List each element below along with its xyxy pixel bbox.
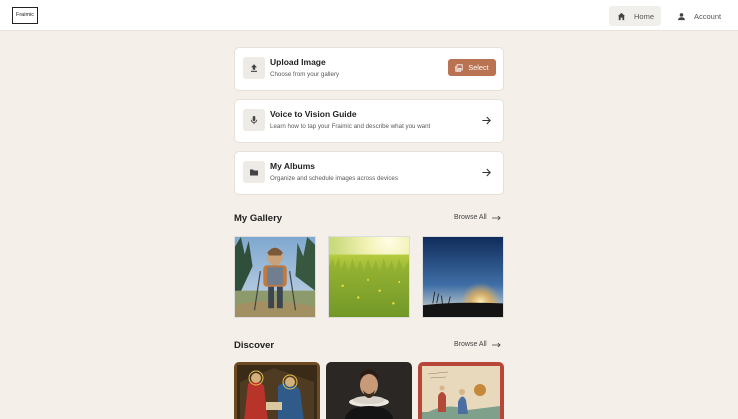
gallery-browse-all-link[interactable]: Browse All (454, 214, 504, 221)
arrow-right-icon (491, 215, 501, 220)
discover-image-portrait[interactable] (326, 362, 412, 419)
card-title: Voice to Vision Guide (270, 109, 357, 119)
card-subtitle: Learn how to tap your Fraimic and descri… (270, 123, 431, 130)
discover-section-title: Discover (234, 340, 275, 351)
nav-account-button[interactable]: Account (670, 6, 728, 26)
gallery-image-sunset[interactable] (422, 236, 504, 318)
discover-browse-all-link[interactable]: Browse All (454, 341, 504, 348)
nav-account-label: Account (694, 11, 722, 21)
gallery-image-hiker[interactable] (234, 236, 316, 318)
upload-image-card[interactable]: Upload Image Choose from your gallery Se… (234, 47, 504, 91)
voice-guide-card[interactable]: Voice to Vision Guide Learn how to tap y… (234, 99, 504, 143)
arrow-right-icon[interactable] (481, 165, 492, 177)
logo[interactable]: Fraimic (12, 7, 38, 24)
browse-all-label: Browse All (454, 341, 487, 348)
nav-home-label: Home (634, 11, 655, 21)
image-library-icon (455, 63, 463, 72)
microphone-icon (243, 109, 265, 131)
gallery-image-meadow[interactable] (328, 236, 410, 318)
folder-icon (243, 161, 265, 183)
discover-image-manuscript[interactable] (418, 362, 504, 419)
card-subtitle: Choose from your gallery (270, 71, 340, 78)
arrow-right-icon (491, 342, 501, 347)
select-button-label: Select (468, 63, 489, 72)
discover-image-nativity[interactable] (234, 362, 320, 419)
nav-home-button[interactable]: Home (609, 6, 661, 26)
select-button[interactable]: Select (448, 59, 496, 76)
card-title: My Albums (270, 161, 316, 171)
upload-icon (243, 57, 265, 79)
person-icon (677, 12, 686, 21)
my-albums-card[interactable]: My Albums Organize and schedule images a… (234, 151, 504, 195)
home-icon (617, 12, 626, 21)
arrow-right-icon[interactable] (481, 113, 492, 125)
top-bar: Fraimic Home Account (0, 0, 738, 31)
card-subtitle: Organize and schedule images across devi… (270, 175, 398, 182)
browse-all-label: Browse All (454, 214, 487, 221)
gallery-section-title: My Gallery (234, 213, 283, 224)
card-title: Upload Image (270, 57, 326, 67)
